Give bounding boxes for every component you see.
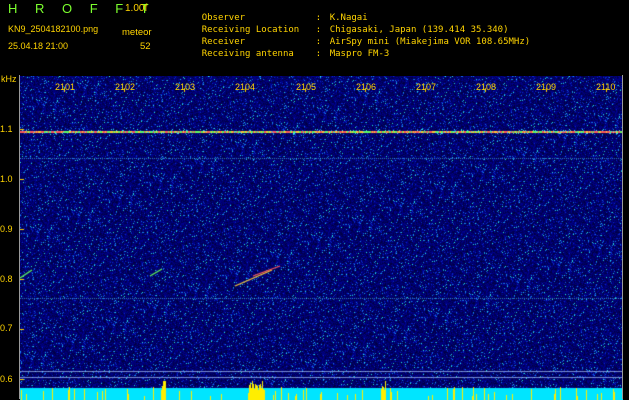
info-row-antenna: Receiving antenna: Maspro FM-3 [201,49,390,59]
y-tick-label: 0.6 [0,374,13,384]
y-tick-label: 0.9 [0,224,13,234]
x-tick-label: 2104 [235,82,256,92]
x-tick-label: 2107 [416,82,437,92]
y-tick-label: 1.1 [0,124,13,134]
x-tick-label: 2109 [536,82,557,92]
header-panel: H R O F F T 1.00f KN9_2504182100.png met… [0,0,629,74]
info-value: Maspro FM-3 [329,49,390,59]
x-tick-label: 2101 [55,82,76,92]
file-name: KN9_2504182100.png [8,24,99,34]
datetime: 25.04.18 21:00 [8,41,69,51]
x-tick-label: 2108 [476,82,497,92]
x-tick-label: 2102 [115,82,136,92]
meteor-count: 52 [140,41,151,52]
info-key: Receiving antenna [201,49,294,59]
y-tick-label: 0.8 [0,274,13,284]
frequency-unit-label: kHz [1,74,17,84]
x-tick-label: 2103 [175,82,196,92]
y-tick-label: 1.0 [0,174,13,184]
x-tick-label: 2105 [296,82,317,92]
spectrogram-plot [20,76,623,400]
meteor-label: meteor [122,27,152,38]
x-tick-label: 2106 [356,82,377,92]
x-tick-label: 2110 [596,82,616,92]
version-label: 1.00f [125,3,148,14]
y-tick-label: 0.7 [0,323,13,333]
